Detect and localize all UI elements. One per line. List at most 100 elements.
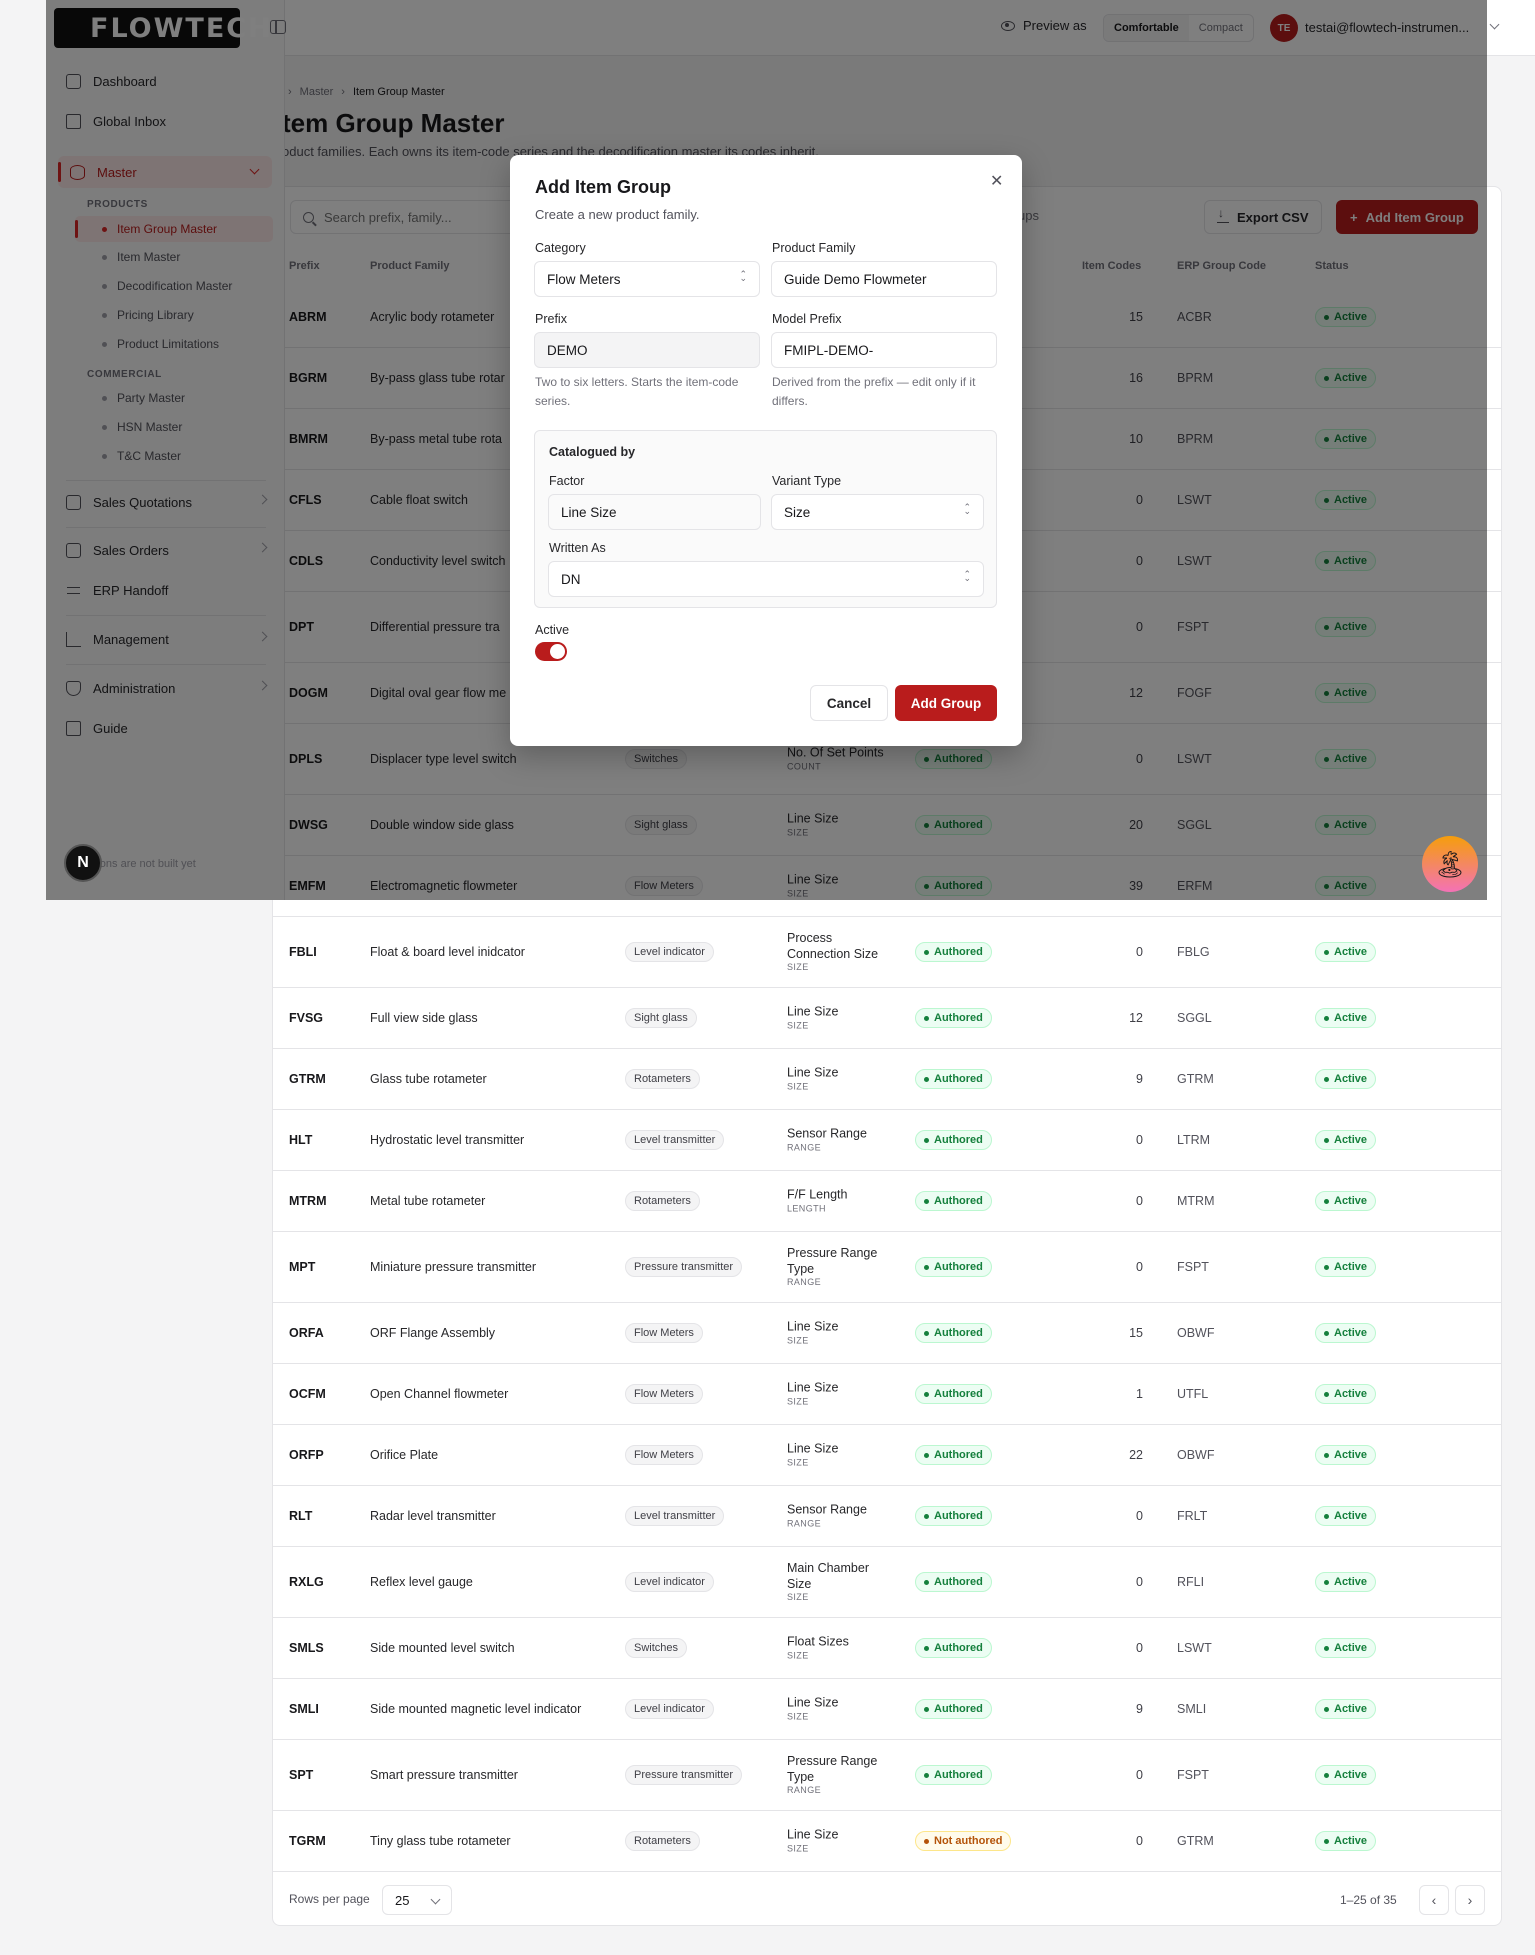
table-row[interactable]: OCFM Open Channel flowmeter Flow Meters Lin…: [273, 1364, 1501, 1425]
factor-name: Main Chamber Size: [787, 1560, 869, 1591]
factor-kind: SIZE: [787, 1020, 809, 1031]
table-row[interactable]: MPT Miniature pressure transmitter Pressur…: [273, 1232, 1501, 1303]
factor-name: Line Size: [787, 1004, 839, 1019]
prev-page-button[interactable]: ‹: [1419, 1885, 1449, 1915]
category-pill: Flow Meters: [625, 1445, 703, 1465]
status-badge: Active: [1315, 1638, 1377, 1658]
rows-per-page-select[interactable]: 25: [382, 1885, 452, 1915]
add-group-button[interactable]: Add Group: [895, 685, 997, 721]
decodification-badge: Authored: [915, 1069, 992, 1089]
decodification-badge: Authored: [915, 1638, 992, 1658]
prefix-cell: MTRM: [289, 1194, 327, 1208]
factor-cell: Line SizeSIZE: [787, 1381, 887, 1408]
category-pill: Rotameters: [625, 1069, 700, 1089]
product-family-input[interactable]: [784, 271, 996, 287]
item-codes-cell: 0: [1136, 1834, 1143, 1848]
status-badge: Active: [1315, 1069, 1377, 1089]
table-row[interactable]: SMLS Side mounted level switch Switches Flo…: [273, 1618, 1501, 1679]
catalogued-by-section: Catalogued by Factor Line Size Variant T…: [534, 430, 997, 608]
category-select[interactable]: Flow Meters: [534, 261, 760, 297]
status-badge: Active: [1315, 1506, 1377, 1526]
status-cell: Active: [1315, 1831, 1377, 1851]
chevron-down-icon[interactable]: [1489, 19, 1500, 30]
status-cell: Active: [1315, 1445, 1377, 1465]
factor-kind: RANGE: [787, 1142, 822, 1153]
prefix-label: Prefix: [535, 312, 567, 326]
erp-code-cell: UTFL: [1177, 1387, 1209, 1401]
product-family-label: Product Family: [772, 241, 856, 255]
table-row[interactable]: HLT Hydrostatic level transmitter Level tr…: [273, 1110, 1501, 1171]
decodification-cell: Authored: [915, 1323, 992, 1343]
category-cell: Sight glass: [625, 1008, 697, 1028]
factor-cell: Line SizeSIZE: [787, 1066, 887, 1093]
factor-cell: Process Connection Size SIZE: [787, 931, 887, 974]
factor-cell: Line SizeSIZE: [787, 1442, 887, 1469]
table-row[interactable]: RXLG Reflex level gauge Level indicator Mai…: [273, 1547, 1501, 1618]
category-label: Category: [535, 241, 586, 255]
chevron-left-icon: ‹: [1431, 1892, 1437, 1908]
factor-kind: SIZE: [787, 1081, 809, 1092]
decodification-badge: Authored: [915, 1765, 992, 1785]
category-pill: Flow Meters: [625, 1384, 703, 1404]
prefix-input[interactable]: [547, 342, 759, 358]
category-pill: Level transmitter: [625, 1506, 725, 1526]
product-family-field[interactable]: [771, 261, 997, 297]
family-cell: ORF Flange Assembly: [370, 1326, 496, 1340]
table-row[interactable]: FBLI Float & board level inidcator Level i…: [273, 917, 1501, 988]
family-cell: Miniature pressure transmitter: [370, 1260, 537, 1274]
factor-name: Line Size: [787, 1441, 839, 1456]
status-cell: Active: [1315, 1257, 1377, 1277]
variant-type-select[interactable]: Size: [771, 494, 984, 530]
table-row[interactable]: FVSG Full view side glass Sight glass Line …: [273, 988, 1501, 1049]
written-as-label: Written As: [549, 541, 606, 555]
close-icon[interactable]: ✕: [990, 171, 1003, 191]
status-badge: Active: [1315, 942, 1377, 962]
table-row[interactable]: RLT Radar level transmitter Level transmit…: [273, 1486, 1501, 1547]
dialog-subtitle: Create a new product family.: [535, 207, 700, 222]
active-toggle[interactable]: [535, 642, 567, 661]
decodification-cell: Authored: [915, 1506, 992, 1526]
status-cell: Active: [1315, 1506, 1377, 1526]
factor-name: Line Size: [787, 1380, 839, 1395]
item-codes-cell: 0: [1136, 1260, 1143, 1274]
model-prefix-field[interactable]: [771, 332, 997, 368]
decodification-cell: Authored: [915, 1384, 992, 1404]
next-page-button[interactable]: ›: [1455, 1885, 1485, 1915]
cancel-button[interactable]: Cancel: [810, 685, 888, 721]
table-row[interactable]: SMLI Side mounted magnetic level indicato…: [273, 1679, 1501, 1740]
table-row[interactable]: MTRM Metal tube rotameter Rotameters F/F Le…: [273, 1171, 1501, 1232]
palm-tree-icon[interactable]: 🏝: [1422, 836, 1478, 892]
factor-name: Float Sizes: [787, 1634, 849, 1649]
table-row[interactable]: GTRM Glass tube rotameter Rotameters Line S…: [273, 1049, 1501, 1110]
prefix-field[interactable]: [534, 332, 760, 368]
factor-cell: Line SizeSIZE: [787, 1320, 887, 1347]
n-badge[interactable]: N: [64, 844, 102, 882]
active-label: Active: [535, 623, 570, 637]
status-cell: Active: [1315, 1765, 1377, 1785]
table-row[interactable]: SPT Smart pressure transmitter Pressure tr…: [273, 1740, 1501, 1811]
family-cell: Reflex level gauge: [370, 1575, 473, 1589]
chevron-right-icon: ›: [1467, 1892, 1473, 1908]
model-prefix-input[interactable]: [784, 342, 996, 358]
category-pill: Pressure transmitter: [625, 1257, 743, 1277]
erp-code-cell: FSPT: [1177, 1260, 1209, 1274]
category-pill: Pressure transmitter: [625, 1765, 743, 1785]
add-item-group-dialog: ✕ Add Item Group Create a new product fa…: [510, 155, 1022, 746]
factor-field[interactable]: Line Size: [548, 494, 761, 530]
factor-kind: RANGE: [787, 1277, 822, 1287]
status-cell: Active: [1315, 1638, 1377, 1658]
table-row[interactable]: ORFA ORF Flange Assembly Flow Meters Line S…: [273, 1303, 1501, 1364]
erp-code-cell: FBLG: [1177, 945, 1210, 959]
category-cell: Rotameters: [625, 1191, 700, 1211]
written-as-select[interactable]: DN: [548, 561, 984, 597]
prefix-cell: GTRM: [289, 1072, 326, 1086]
status-badge: Active: [1315, 1572, 1377, 1592]
prefix-cell: FBLI: [289, 945, 317, 959]
prefix-cell: TGRM: [289, 1834, 326, 1848]
table-row[interactable]: TGRM Tiny glass tube rotameter Rotameters L…: [273, 1811, 1501, 1872]
status-badge: Active: [1315, 1130, 1377, 1150]
decodification-cell: Not authored: [915, 1831, 1012, 1851]
factor-kind: RANGE: [787, 1785, 822, 1795]
table-row[interactable]: ORFP Orifice Plate Flow Meters Line Size SIZ…: [273, 1425, 1501, 1486]
decodification-cell: Authored: [915, 1008, 992, 1028]
